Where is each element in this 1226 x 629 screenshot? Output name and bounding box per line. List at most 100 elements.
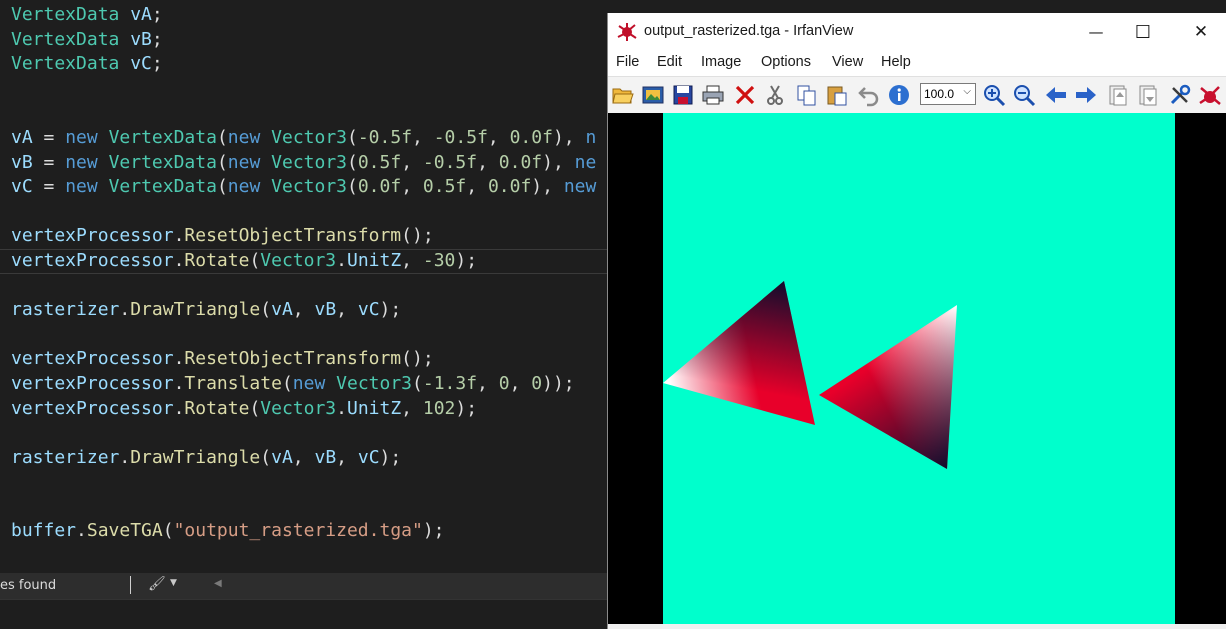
code-token: . [173,397,185,419]
code-token: ResetObjectTransform [184,348,402,370]
code-token: new [563,176,597,198]
code-token: -30 [422,249,456,271]
undo-icon[interactable] [857,83,881,107]
code-line[interactable]: rasterizer.DrawTriangle(vA, vB, vC); [0,446,610,471]
code-token: 0 [498,372,510,394]
save-icon[interactable] [671,83,695,107]
menu-file[interactable]: File [616,54,639,70]
code-line[interactable]: VertexData vB; [0,28,610,53]
paintbrush-icon[interactable]: 🖌 [148,576,166,592]
code-token: ); [379,299,402,321]
code-line[interactable]: buffer.SaveTGA("output_rasterized.tga"); [0,519,610,544]
code-editor[interactable]: VertexData vA; VertexData vB; VertexData v… [0,0,610,629]
code-lines[interactable]: VertexData vA; VertexData vB; VertexData v… [0,3,610,544]
code-line[interactable] [0,274,610,299]
code-line[interactable] [0,101,610,126]
zoom-in-icon[interactable] [982,83,1006,107]
settings-icon[interactable] [1168,83,1192,107]
code-token: UnitZ [346,397,402,419]
code-token: , [487,126,510,148]
code-line[interactable]: vertexProcessor.Rotate(Vector3.UnitZ, -3… [0,248,610,274]
code-token: Translate [184,372,282,394]
previous-icon[interactable] [1044,83,1068,107]
irfanview-app-icon[interactable] [617,22,637,42]
title-bar[interactable]: output_rasterized.tga - IrfanView — ☐ ✕ [608,13,1226,51]
code-token: 0.5f [357,151,402,173]
menu-image[interactable]: Image [701,54,741,70]
copy-icon[interactable] [795,83,819,107]
code-token: vC [11,176,33,198]
code-line[interactable] [0,495,610,520]
page-up-icon[interactable] [1106,83,1130,107]
code-token: vC [357,446,380,468]
code-token: (); [401,225,434,247]
code-line[interactable]: VertexData vA; [0,3,610,28]
menu-help[interactable]: Help [881,54,911,70]
code-token: new [65,176,98,198]
code-token: ); [455,249,478,271]
code-token: vA [119,4,152,25]
code-token: ( [260,299,272,321]
code-token: ( [216,176,228,198]
editor-bottom-panel [0,599,610,629]
print-icon[interactable] [701,83,725,107]
zoom-out-icon[interactable] [1012,83,1036,107]
code-token: "output_rasterized.tga" [173,520,423,542]
code-token: , [336,299,358,321]
code-line[interactable]: vertexProcessor.ResetObjectTransform(); [0,224,610,249]
code-line[interactable]: vertexProcessor.ResetObjectTransform(); [0,347,610,372]
code-line[interactable] [0,200,610,225]
code-line[interactable] [0,77,610,102]
code-token: DrawTriangle [130,299,261,321]
menu-view[interactable]: View [832,54,863,70]
minimize-icon: — [1088,23,1104,41]
scroll-left-arrow-icon[interactable]: ◀ [214,578,222,589]
code-token: ; [151,53,163,75]
code-token: , [292,446,315,468]
issues-status-text[interactable]: es found [0,578,56,593]
code-token: ( [249,397,261,419]
code-token: )); [542,372,575,394]
code-token: ( [162,520,174,542]
zoom-level-select[interactable]: 100.0 ⌵ [920,83,976,105]
page-down-icon[interactable] [1136,83,1160,107]
code-line[interactable]: rasterizer.DrawTriangle(vA, vB, vC); [0,298,610,323]
zoom-level-value: 100.0 [924,87,955,101]
chevron-down-icon[interactable]: ▼ [170,578,177,588]
code-line[interactable] [0,323,610,348]
slideshow-icon[interactable] [641,83,665,107]
next-icon[interactable] [1074,83,1098,107]
code-token: 0.5f [422,176,467,198]
maximize-button[interactable]: ☐ [1120,13,1166,51]
code-line[interactable] [0,470,610,495]
code-token: UnitZ [346,249,402,271]
menu-edit[interactable]: Edit [657,54,682,70]
code-line[interactable]: vertexProcessor.Rotate(Vector3.UnitZ, 10… [0,397,610,422]
paste-icon[interactable] [825,83,849,107]
code-line[interactable]: vB = new VertexData(new Vector3(0.5f, -0… [0,151,610,176]
close-button[interactable]: ✕ [1178,13,1224,51]
code-line[interactable]: vertexProcessor.Translate(new Vector3(-1… [0,372,610,397]
minimize-button[interactable]: — [1073,13,1119,51]
code-token: VertexData [11,53,120,75]
delete-icon[interactable] [733,83,757,107]
code-line[interactable]: VertexData vC; [0,52,610,77]
menu-options[interactable]: Options [761,54,811,70]
info-icon[interactable] [887,83,911,107]
code-token: . [336,249,347,271]
cut-icon[interactable] [763,83,787,107]
code-line[interactable]: vA = new VertexData(new Vector3(-0.5f, -… [0,126,610,151]
code-token: = [32,126,66,148]
image-canvas[interactable] [608,113,1226,624]
code-line[interactable] [0,421,610,446]
open-folder-icon[interactable] [611,83,635,107]
code-token: ( [216,151,228,173]
rendered-image [663,113,1175,624]
irfanview-logo-icon[interactable] [1198,83,1222,107]
code-line[interactable]: vC = new VertexData(new Vector3(0.0f, 0.… [0,175,610,200]
code-token: new [65,151,98,173]
code-token: n [585,126,597,148]
code-token: vC [357,299,380,321]
